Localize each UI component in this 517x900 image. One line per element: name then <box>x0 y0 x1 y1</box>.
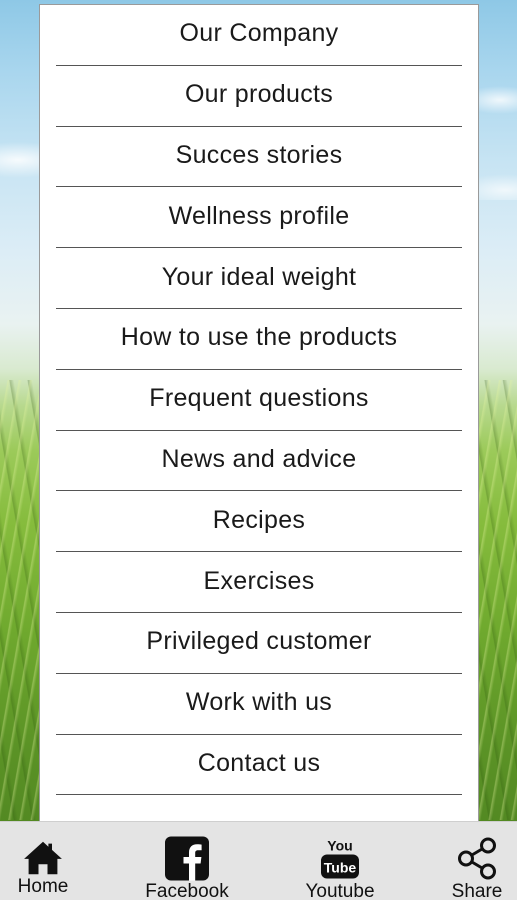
menu-item-label: How to use the products <box>120 323 398 352</box>
facebook-icon <box>165 836 209 881</box>
menu-item-label: Contact us <box>197 748 321 777</box>
menu-item-label: Frequent questions <box>149 384 369 413</box>
nav-share-label: Share <box>451 881 503 900</box>
menu-item-exercises[interactable]: Exercises <box>56 552 462 613</box>
menu-item-our-company[interactable]: Our Company <box>56 5 462 66</box>
youtube-icon-text-bottom: Tube <box>324 860 357 876</box>
home-icon <box>24 841 62 875</box>
share-icon <box>458 837 496 880</box>
menu-item-privileged-customer[interactable]: Privileged customer <box>56 613 462 674</box>
nav-youtube-label: Youtube <box>305 881 375 900</box>
menu-item-how-to-use[interactable]: How to use the products <box>56 309 462 370</box>
menu-item-wellness-profile[interactable]: Wellness profile <box>56 187 462 249</box>
nav-youtube-button[interactable]: You Tube Youtube <box>302 822 378 900</box>
youtube-icon-text-top: You <box>327 838 352 854</box>
menu-item-ideal-weight[interactable]: Your ideal weight <box>56 248 462 309</box>
main-menu-panel: Our Company Our products Succes stories … <box>39 4 479 822</box>
menu-item-news-and-advice[interactable]: News and advice <box>56 431 462 492</box>
menu-item-frequent-questions[interactable]: Frequent questions <box>56 370 462 431</box>
menu-item-our-products[interactable]: Our products <box>56 66 462 127</box>
menu-item-label: Our products <box>184 80 334 109</box>
menu-item-label: Privileged customer <box>146 627 372 656</box>
menu-item-label: News and advice <box>161 444 357 473</box>
nav-facebook-label: Facebook <box>145 881 229 900</box>
youtube-icon: You Tube <box>321 838 359 879</box>
menu-item-contact-us[interactable]: Contact us <box>56 735 462 796</box>
menu-item-label: Wellness profile <box>168 201 350 230</box>
nav-home-button[interactable]: Home <box>12 822 74 900</box>
nav-share-button[interactable]: Share <box>450 822 504 900</box>
menu-item-label: Recipes <box>212 505 306 534</box>
menu-item-label: Our Company <box>179 19 339 48</box>
bottom-navigation-bar: Home Facebook You Tube Youtube Share <box>0 821 517 900</box>
nav-facebook-button[interactable]: Facebook <box>144 822 230 900</box>
menu-item-label: Exercises <box>203 566 315 595</box>
menu-item-label: Your ideal weight <box>161 262 357 291</box>
main-menu-list: Our Company Our products Succes stories … <box>40 5 478 796</box>
menu-item-label: Work with us <box>185 688 333 717</box>
app-screen: Our Company Our products Succes stories … <box>0 0 517 900</box>
menu-item-label: Succes stories <box>175 140 343 169</box>
menu-item-work-with-us[interactable]: Work with us <box>56 674 462 735</box>
nav-home-label: Home <box>17 876 69 897</box>
menu-item-succes-stories[interactable]: Succes stories <box>56 127 462 188</box>
menu-item-recipes[interactable]: Recipes <box>56 491 462 553</box>
